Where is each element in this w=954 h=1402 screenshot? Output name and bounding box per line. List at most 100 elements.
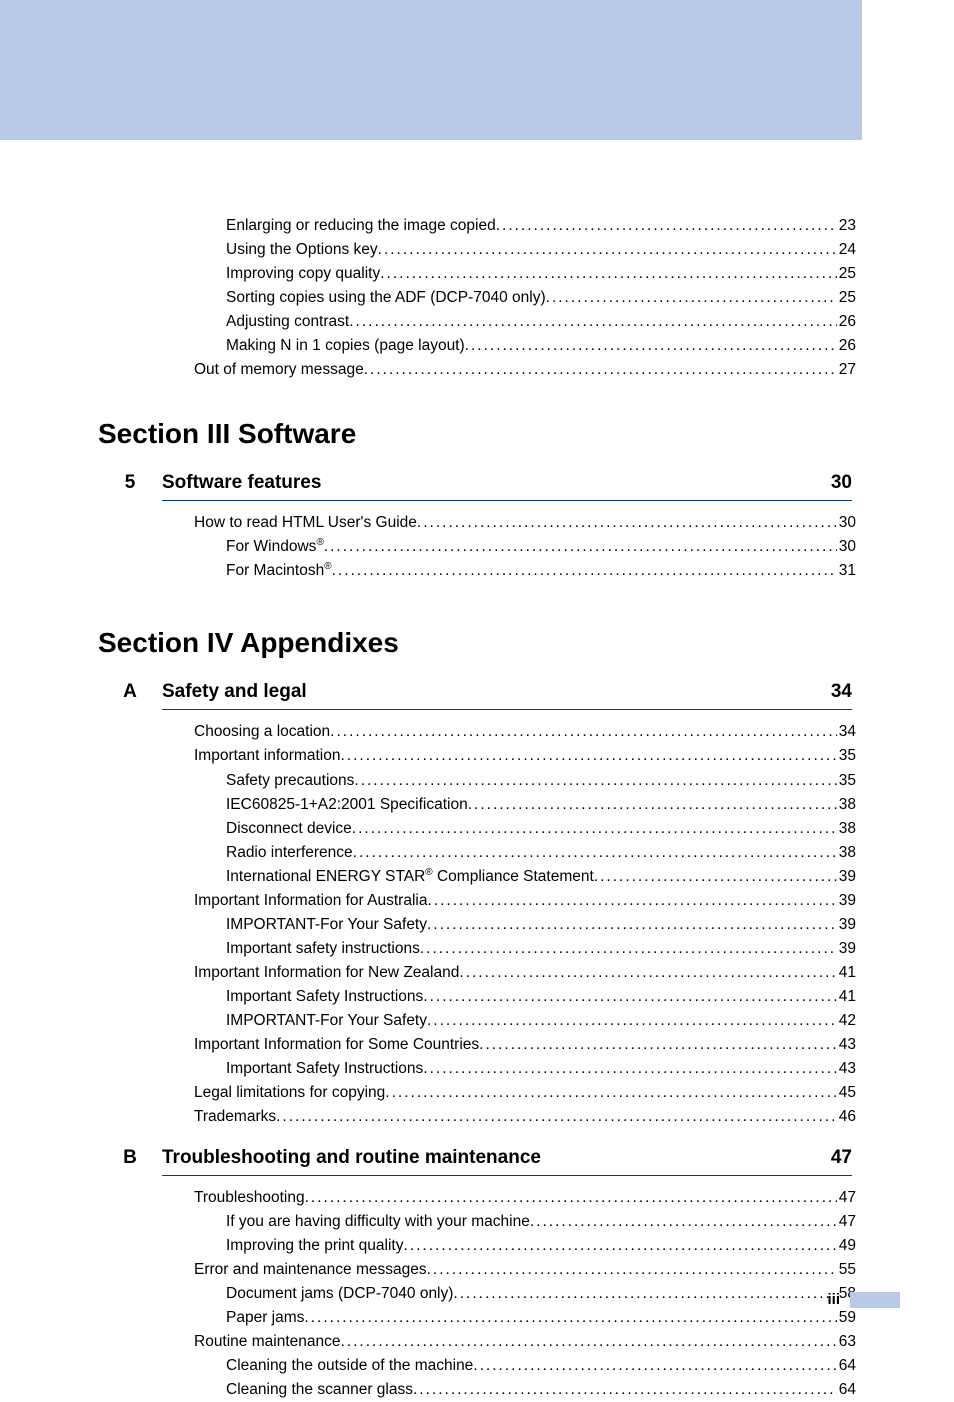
- toc-entry-page: 42: [837, 1009, 856, 1033]
- toc-secA-row[interactable]: Radio interference 38: [98, 841, 856, 865]
- toc-secB-row[interactable]: Improving the print quality 49: [98, 1234, 856, 1258]
- toc-leader-dots: [380, 262, 837, 286]
- chapter-b-header: B Troubleshooting and routine maintenanc…: [98, 1147, 856, 1169]
- toc-entry-label: Cleaning the scanner glass: [226, 1378, 413, 1402]
- chapter-a-number: A: [98, 681, 162, 703]
- toc-secB-row[interactable]: Error and maintenance messages 55: [98, 1258, 856, 1282]
- toc-top-row[interactable]: Using the Options key 24: [98, 238, 856, 262]
- toc-entry-page: 43: [837, 1057, 856, 1081]
- toc-entry-page: 34: [837, 720, 856, 744]
- toc-leader-dots: [594, 865, 837, 889]
- toc-secA-row[interactable]: Important Information for Australia 39: [98, 889, 856, 913]
- toc-secA-row[interactable]: IMPORTANT-For Your Safety 39: [98, 913, 856, 937]
- toc-secA-row[interactable]: Important Safety Instructions 41: [98, 985, 856, 1009]
- toc-top-row[interactable]: Enlarging or reducing the image copied 2…: [98, 214, 856, 238]
- content-area: Enlarging or reducing the image copied 2…: [0, 200, 954, 1402]
- toc-leader-dots: [353, 841, 837, 865]
- chapter-b-number: B: [98, 1147, 162, 1169]
- toc-secA-row[interactable]: IMPORTANT-For Your Safety 42: [98, 1009, 856, 1033]
- toc-entry-page: 39: [837, 889, 856, 913]
- toc-entry-label: Important Information for Some Countries: [194, 1033, 479, 1057]
- toc-secA-row[interactable]: Important information 35: [98, 744, 856, 768]
- toc-secB-row[interactable]: Troubleshooting 47: [98, 1186, 856, 1210]
- toc-secA-row[interactable]: Choosing a location 34: [98, 720, 856, 744]
- toc-secA-row[interactable]: Safety precautions 35: [98, 769, 856, 793]
- toc-top-row[interactable]: Adjusting contrast 26: [98, 310, 856, 334]
- toc-leader-dots: [352, 817, 837, 841]
- toc-entry-page: 25: [837, 286, 856, 310]
- toc-secB-row[interactable]: Cleaning the scanner glass 64: [98, 1378, 856, 1402]
- toc-secA-row[interactable]: Important Safety Instructions 43: [98, 1057, 856, 1081]
- toc-secA-row[interactable]: Legal limitations for copying 45: [98, 1081, 856, 1105]
- toc-leader-dots: [364, 358, 837, 382]
- toc-leader-dots: [385, 1081, 836, 1105]
- chapter-b-rule: [162, 1175, 852, 1176]
- toc-leader-dots: [427, 889, 836, 913]
- toc-entry-label: Radio interference: [226, 841, 353, 865]
- toc-entry-label: Important Information for New Zealand: [194, 961, 459, 985]
- toc-entry-label: For Macintosh®: [226, 559, 332, 583]
- toc-top-row[interactable]: Improving copy quality 25: [98, 262, 856, 286]
- toc-secB-row[interactable]: Routine maintenance 63: [98, 1330, 856, 1354]
- toc-entry-label: Legal limitations for copying: [194, 1081, 385, 1105]
- toc-leader-dots: [423, 1057, 836, 1081]
- toc-entry-page: 39: [837, 913, 856, 937]
- toc-entry-label: Disconnect device: [226, 817, 352, 841]
- toc-leader-dots: [340, 744, 836, 768]
- chapter-b-title: Troubleshooting and routine maintenance: [162, 1147, 831, 1169]
- toc-entry-page: 30: [837, 535, 856, 559]
- toc-top-row[interactable]: Sorting copies using the ADF (DCP-7040 o…: [98, 286, 856, 310]
- toc-sec3-row[interactable]: How to read HTML User's Guide 30: [98, 511, 856, 535]
- toc-secA-row[interactable]: IEC60825-1+A2:2001 Specification 38: [98, 793, 856, 817]
- toc-secA-row[interactable]: Disconnect device 38: [98, 817, 856, 841]
- toc-section-3: How to read HTML User's Guide 30For Wind…: [98, 511, 856, 583]
- toc-leader-dots: [341, 1330, 837, 1354]
- registered-mark: ®: [316, 537, 323, 548]
- toc-leader-dots: [324, 535, 837, 559]
- toc-entry-page: 55: [837, 1258, 856, 1282]
- toc-secA-row[interactable]: Trademarks 46: [98, 1105, 856, 1129]
- toc-secA-row[interactable]: Important Information for Some Countries…: [98, 1033, 856, 1057]
- toc-entry-page: 26: [837, 310, 856, 334]
- chapter-5-rule: [162, 500, 852, 501]
- toc-entry-label: Error and maintenance messages: [194, 1258, 427, 1282]
- toc-secB-row[interactable]: Paper jams 59: [98, 1306, 856, 1330]
- toc-secA-row[interactable]: Important safety instructions 39: [98, 937, 856, 961]
- toc-secB-row[interactable]: Cleaning the outside of the machine 64: [98, 1354, 856, 1378]
- toc-entry-label: IMPORTANT-For Your Safety: [226, 913, 427, 937]
- toc-entry-label: Out of memory message: [194, 358, 364, 382]
- toc-leader-dots: [465, 334, 837, 358]
- toc-entry-label: Routine maintenance: [194, 1330, 341, 1354]
- chapter-5-title: Software features: [162, 472, 831, 494]
- toc-entry-label: IEC60825-1+A2:2001 Specification: [226, 793, 468, 817]
- toc-top-row[interactable]: Out of memory message 27: [98, 358, 856, 382]
- header-lower-white: [0, 140, 954, 200]
- toc-entry-page: 47: [837, 1186, 856, 1210]
- toc-entry-page: 30: [837, 511, 856, 535]
- toc-entry-page: 38: [837, 841, 856, 865]
- toc-entry-label: Important Safety Instructions: [226, 1057, 423, 1081]
- toc-sec3-row[interactable]: For Windows® 30: [98, 535, 856, 559]
- toc-entry-label: Enlarging or reducing the image copied: [226, 214, 496, 238]
- footer-accent-bar: [850, 1292, 900, 1308]
- toc-top-row[interactable]: Making N in 1 copies (page layout) 26: [98, 334, 856, 358]
- toc-entry-page: 64: [837, 1378, 856, 1402]
- toc-entry-page: 43: [837, 1033, 856, 1057]
- toc-entry-page: 38: [837, 793, 856, 817]
- toc-leader-dots: [354, 769, 836, 793]
- toc-entry-label: For Windows®: [226, 535, 324, 559]
- toc-entry-page: 35: [837, 769, 856, 793]
- toc-entry-page: 25: [837, 262, 856, 286]
- toc-entry-page: 31: [837, 559, 856, 583]
- toc-leader-dots: [423, 985, 836, 1009]
- toc-secB-row[interactable]: If you are having difficulty with your m…: [98, 1210, 856, 1234]
- toc-entry-label: Paper jams: [226, 1306, 304, 1330]
- toc-secA-row[interactable]: International ENERGY STAR® Compliance St…: [98, 865, 856, 889]
- toc-secA-row[interactable]: Important Information for New Zealand 41: [98, 961, 856, 985]
- toc-leader-dots: [349, 310, 837, 334]
- toc-entry-page: 45: [837, 1081, 856, 1105]
- toc-sec3-row[interactable]: For Macintosh® 31: [98, 559, 856, 583]
- toc-entry-label: Important Safety Instructions: [226, 985, 423, 1009]
- toc-entry-page: 64: [837, 1354, 856, 1378]
- toc-entry-label: Sorting copies using the ADF (DCP-7040 o…: [226, 286, 546, 310]
